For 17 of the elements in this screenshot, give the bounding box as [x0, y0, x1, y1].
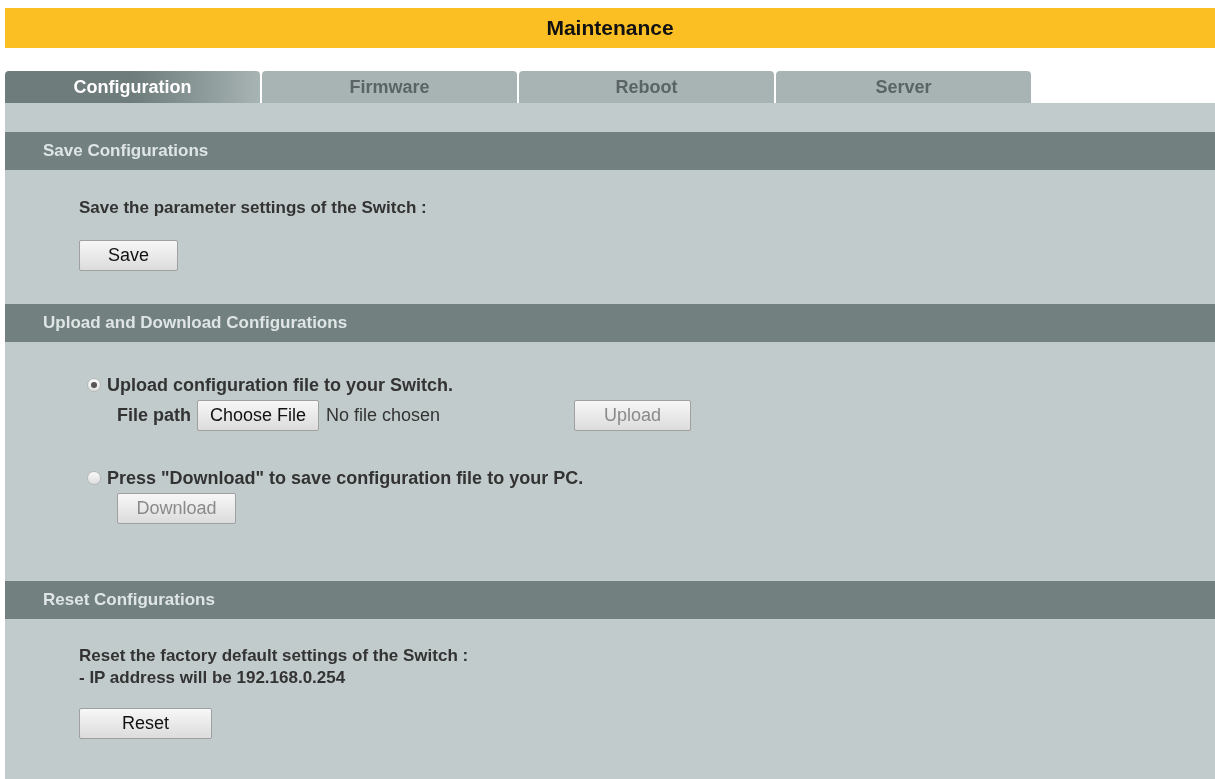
tab[interactable]: Server — [776, 71, 1031, 103]
push-button[interactable]: Save — [79, 239, 178, 271]
push-button[interactable]: Reset — [79, 707, 212, 739]
tab[interactable]: Firmware — [262, 71, 517, 103]
description-text: - IP address will be 192.168.0.254 — [79, 666, 346, 689]
option-label: Upload configuration file to your Switch. — [107, 373, 453, 397]
section-header: Reset Configurations — [5, 580, 1215, 619]
tab[interactable]: Reboot — [519, 71, 774, 103]
field-label: File path — [117, 403, 191, 427]
file-status: No file chosen — [326, 403, 442, 427]
tab[interactable]: Configuration — [5, 71, 260, 103]
section-header: Save Configurations — [5, 132, 1215, 170]
section-header: Upload and Download Configurations — [5, 303, 1215, 342]
description-text: Reset the factory default settings of the Switch : — [79, 644, 469, 667]
page-title: Maintenance — [5, 8, 1215, 48]
option-label: Press "Download" to save configuration file to your PC. — [107, 466, 584, 490]
description-text: Save the parameter settings of the Switch : — [79, 197, 427, 219]
